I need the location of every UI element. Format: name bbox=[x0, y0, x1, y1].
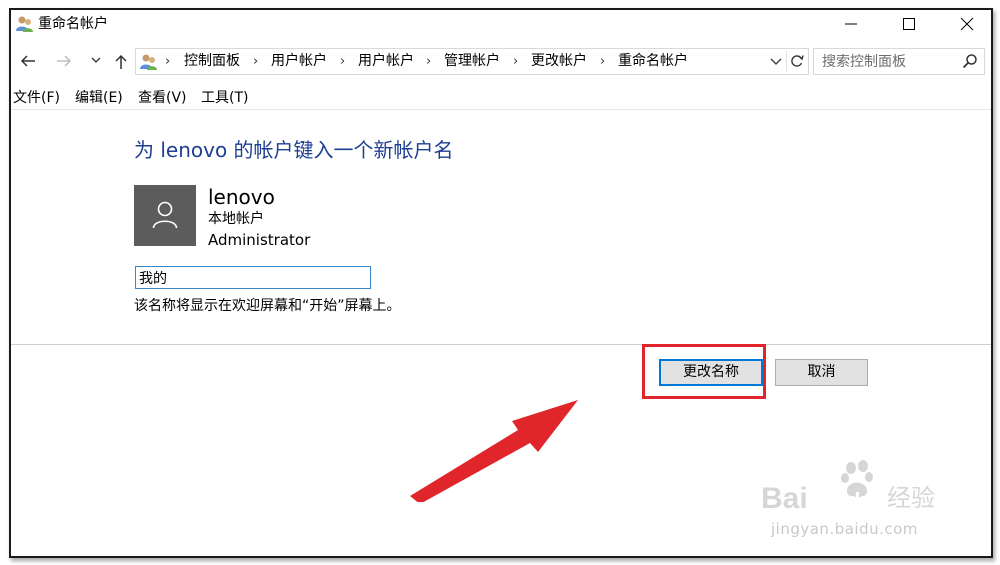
address-bar[interactable]: › 控制面板 › 用户帐户 › 用户帐户 › 管理帐户 › 更改帐户 › 重命名… bbox=[135, 48, 809, 75]
svg-text:du: du bbox=[847, 488, 874, 513]
chevron-down-icon bbox=[91, 57, 101, 63]
refresh-button[interactable] bbox=[786, 51, 807, 71]
recent-locations-button[interactable] bbox=[87, 46, 109, 76]
breadcrumb-separator: › bbox=[165, 54, 171, 69]
title-bar: 重命名帐户 bbox=[11, 10, 991, 40]
breadcrumb-separator: › bbox=[513, 54, 519, 69]
search-input[interactable] bbox=[820, 51, 954, 73]
page-heading: 为 lenovo 的帐户键入一个新帐户名 bbox=[134, 138, 454, 162]
menu-bar: 文件(F) 编辑(E) 查看(V) 工具(T) bbox=[11, 86, 991, 110]
avatar bbox=[134, 185, 196, 246]
up-button[interactable] bbox=[110, 46, 132, 76]
menu-view[interactable]: 查看(V) bbox=[138, 88, 187, 108]
user-icon bbox=[152, 201, 178, 229]
breadcrumb-item[interactable]: 控制面板 bbox=[184, 52, 240, 71]
close-button[interactable] bbox=[939, 10, 991, 40]
user-name: lenovo bbox=[208, 185, 275, 209]
svg-text:经验: 经验 bbox=[887, 484, 935, 512]
refresh-icon bbox=[791, 55, 804, 67]
account-role: Administrator bbox=[208, 231, 311, 249]
breadcrumb-separator: › bbox=[253, 54, 259, 69]
breadcrumb-item-current[interactable]: 重命名帐户 bbox=[618, 52, 688, 71]
menu-tools[interactable]: 工具(T) bbox=[201, 88, 248, 108]
back-button[interactable] bbox=[17, 46, 39, 76]
account-type: 本地帐户 bbox=[208, 211, 264, 227]
breadcrumb-item[interactable]: 用户帐户 bbox=[358, 52, 414, 71]
minimize-icon bbox=[845, 23, 857, 25]
chevron-down-icon bbox=[770, 58, 782, 65]
annotation-arrow-icon bbox=[410, 400, 578, 502]
breadcrumb-separator: › bbox=[426, 54, 432, 69]
close-icon bbox=[960, 17, 974, 31]
breadcrumb-separator: › bbox=[340, 54, 346, 69]
content-divider bbox=[11, 109, 991, 110]
baidu-watermark-logo: Bai du 经验 bbox=[761, 460, 935, 515]
button-divider bbox=[11, 344, 991, 345]
arrow-left-icon bbox=[20, 55, 35, 67]
menu-file[interactable]: 文件(F) bbox=[13, 88, 60, 108]
breadcrumb-item[interactable]: 管理帐户 bbox=[444, 52, 500, 71]
window-title: 重命名帐户 bbox=[38, 16, 108, 32]
users-icon bbox=[16, 16, 33, 32]
arrow-up-icon bbox=[115, 54, 127, 69]
search-icon bbox=[962, 54, 977, 69]
svg-text:Bai: Bai bbox=[761, 482, 808, 515]
navigation-bar: › 控制面板 › 用户帐户 › 用户帐户 › 管理帐户 › 更改帐户 › 重命名… bbox=[11, 46, 991, 76]
rename-account-window: 重命名帐户 › 控制面板 › 用户帐户 › 用户帐户 › 管理帐户 › 更改帐户… bbox=[9, 8, 993, 558]
maximize-button[interactable] bbox=[881, 10, 939, 40]
forward-button[interactable] bbox=[53, 46, 75, 76]
new-account-name-input[interactable] bbox=[135, 266, 371, 289]
minimize-button[interactable] bbox=[823, 10, 881, 40]
watermark-url: jingyan.baidu.com bbox=[771, 520, 918, 538]
cancel-button[interactable]: 取消 bbox=[775, 359, 868, 386]
menu-edit[interactable]: 编辑(E) bbox=[75, 88, 123, 108]
search-box[interactable] bbox=[813, 48, 985, 75]
breadcrumb-item[interactable]: 更改帐户 bbox=[531, 52, 587, 71]
address-dropdown-button[interactable] bbox=[766, 51, 786, 71]
users-icon bbox=[140, 54, 157, 70]
change-name-button[interactable]: 更改名称 bbox=[659, 359, 763, 386]
breadcrumb-separator: › bbox=[600, 54, 606, 69]
arrow-right-icon bbox=[57, 55, 72, 67]
breadcrumb-item[interactable]: 用户帐户 bbox=[271, 52, 327, 71]
hint-text: 该名称将显示在欢迎屏幕和“开始”屏幕上。 bbox=[134, 298, 401, 314]
maximize-icon bbox=[903, 18, 915, 30]
